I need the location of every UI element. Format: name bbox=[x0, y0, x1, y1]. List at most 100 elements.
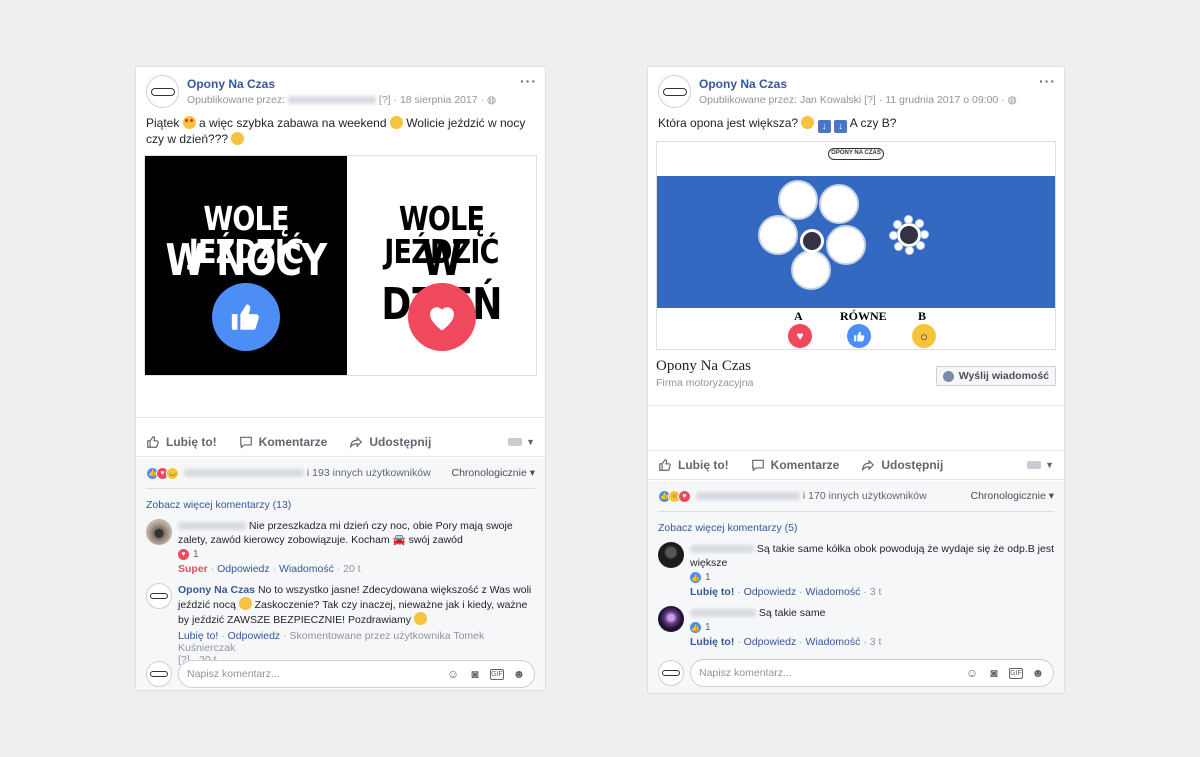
love-reaction-icon: ♥ bbox=[678, 489, 691, 503]
comments-section: 👍 ♥ ◡ i 193 innych użytkowników Chronolo… bbox=[136, 458, 545, 690]
globe-icon: ◍ bbox=[486, 94, 497, 106]
emoji-icon[interactable]: ☺ bbox=[965, 666, 979, 680]
post-date[interactable]: 18 sierpnia 2017 bbox=[400, 94, 478, 106]
commenter-avatar[interactable] bbox=[658, 542, 684, 568]
reaction-link[interactable]: Super bbox=[178, 563, 208, 575]
thumbs-up-icon bbox=[847, 324, 871, 348]
page-avatar[interactable] bbox=[146, 583, 172, 609]
brand-logo: OPONY NA CZAS bbox=[828, 148, 884, 160]
reactions-others[interactable]: i 170 innych użytkowników bbox=[803, 490, 927, 502]
thumbs-up-outline-icon bbox=[658, 458, 672, 472]
camera-icon[interactable]: ◙ bbox=[987, 666, 1001, 680]
reply-link[interactable]: Odpowiedz bbox=[228, 630, 281, 642]
reactions-summary[interactable]: 👍 ♥ ◡ i 193 innych użytkowników Chronolo… bbox=[146, 464, 535, 482]
globe-icon: ◍ bbox=[1007, 94, 1017, 106]
reaction-count: 1 bbox=[705, 572, 711, 583]
big-circle bbox=[758, 215, 798, 255]
like-button[interactable]: Lubię to! bbox=[658, 458, 729, 472]
comment-item: Nie przeszkadza mi dzień czy noc, obie P… bbox=[146, 519, 535, 575]
thinking-emoji-icon bbox=[801, 116, 815, 129]
small-circle bbox=[915, 219, 924, 228]
message-link[interactable]: Wiadomość bbox=[279, 563, 334, 575]
blurred-author[interactable] bbox=[690, 609, 756, 618]
commenter-avatar[interactable] bbox=[658, 606, 684, 632]
comment-time[interactable]: 3 t bbox=[870, 636, 882, 648]
comment-button[interactable]: Komentarze bbox=[751, 458, 840, 472]
comment-button[interactable]: Komentarze bbox=[239, 434, 328, 449]
help-link[interactable]: [?] bbox=[379, 94, 391, 106]
commenter-avatar[interactable] bbox=[146, 519, 172, 545]
page-avatar bbox=[146, 661, 172, 687]
blurred-author[interactable] bbox=[178, 522, 246, 531]
reply-link[interactable]: Odpowiedz bbox=[744, 586, 797, 598]
post-date[interactable]: 11 grudnia 2017 o 09:00 bbox=[885, 94, 998, 106]
like-link[interactable]: Lubię to! bbox=[178, 630, 218, 642]
page-name-link[interactable]: Opony Na Czas bbox=[187, 77, 496, 91]
comment-label: Komentarze bbox=[258, 434, 328, 449]
love-reaction-icon: ♥ bbox=[178, 549, 189, 560]
post-as-selector[interactable]: ▼ bbox=[508, 437, 535, 447]
share-label: Udostępnij bbox=[881, 458, 944, 472]
message-link[interactable]: Wiadomość bbox=[806, 636, 861, 648]
comment-author[interactable]: Opony Na Czas bbox=[178, 584, 255, 596]
camera-icon[interactable]: ◙ bbox=[468, 667, 482, 681]
more-options-icon[interactable]: ··· bbox=[520, 73, 537, 89]
comment-input[interactable]: Napisz komentarz... ☺ ◙ GIF ☻ bbox=[178, 660, 535, 688]
post-text: Piątek a więc szybka zabawa na weekend W… bbox=[136, 111, 545, 147]
gif-icon[interactable]: GIF bbox=[1009, 667, 1023, 679]
action-bar: Lubię to! Komentarze Udostępnij ▼ bbox=[648, 450, 1064, 480]
page-avatar[interactable] bbox=[146, 75, 179, 108]
reply-link[interactable]: Odpowiedz bbox=[217, 563, 270, 575]
sort-label: Chronologicznie bbox=[451, 467, 527, 479]
view-more-comments-link[interactable]: Zobacz więcej komentarzy (13) bbox=[146, 495, 535, 519]
comment-label: Komentarze bbox=[770, 458, 840, 472]
help-link[interactable]: [?] bbox=[864, 94, 876, 106]
like-button[interactable]: Lubię to! bbox=[146, 435, 217, 449]
post-header: Opony Na Czas Opublikowane przez: Jan Ko… bbox=[648, 67, 1064, 111]
emoji-icon[interactable]: ☺ bbox=[446, 667, 460, 681]
post-text-part: A czy B? bbox=[849, 116, 897, 130]
page-mini-avatar bbox=[508, 437, 523, 446]
sticker-icon[interactable]: ☻ bbox=[512, 667, 526, 681]
post-text-part: a więc szybka zabawa na weekend bbox=[199, 116, 387, 130]
comment-text: Są takie same bbox=[690, 606, 881, 620]
reactions-summary[interactable]: 👍 ○ ♥ i 170 innych użytkowników Chronolo… bbox=[658, 487, 1054, 505]
post-text: Która opona jest większa? ↓ ↓ A czy B? bbox=[648, 111, 1064, 133]
comment-time[interactable]: 20 t bbox=[343, 563, 361, 575]
chevron-down-icon: ▾ bbox=[1048, 490, 1054, 502]
post-image[interactable]: OPONY NA CZAS A RÓWNE B ♥ ○ bbox=[656, 141, 1056, 350]
page-avatar[interactable] bbox=[658, 75, 691, 108]
thumbs-up-icon bbox=[212, 283, 280, 351]
blurred-author[interactable] bbox=[690, 545, 754, 554]
reply-link[interactable]: Odpowiedz bbox=[744, 636, 797, 648]
view-more-comments-link[interactable]: Zobacz więcej komentarzy (5) bbox=[658, 518, 1054, 542]
share-button[interactable]: Udostępnij bbox=[861, 458, 943, 472]
comment-reaction-count[interactable]: 👍 1 bbox=[690, 622, 881, 633]
comment-text: Opony Na Czas No to wszystko jasne! Zdec… bbox=[178, 583, 535, 627]
more-options-icon[interactable]: ··· bbox=[1039, 73, 1056, 89]
share-button[interactable]: Udostępnij bbox=[349, 435, 431, 449]
send-message-button[interactable]: Wyślij wiadomość bbox=[935, 366, 1056, 386]
sticker-icon[interactable]: ☻ bbox=[1031, 666, 1045, 680]
message-link[interactable]: Wiadomość bbox=[806, 586, 861, 598]
comment-reaction-count[interactable]: ♥ 1 bbox=[178, 549, 535, 560]
gif-icon[interactable]: GIF bbox=[490, 668, 504, 680]
comment-reaction-count[interactable]: 👍 1 bbox=[690, 572, 1054, 583]
label-b: B bbox=[918, 309, 927, 323]
comment-input[interactable]: Napisz komentarz... ☺ ◙ GIF ☻ bbox=[690, 659, 1054, 687]
sort-dropdown[interactable]: Chronologicznie ▾ bbox=[452, 467, 536, 479]
page-name-link[interactable]: Opony Na Czas bbox=[699, 77, 1017, 91]
image-text-night-2: W NOCY bbox=[165, 235, 328, 286]
logo-icon bbox=[662, 670, 680, 676]
thumbs-up-outline-icon bbox=[146, 435, 160, 449]
comment-time[interactable]: 3 t bbox=[870, 586, 882, 598]
like-link[interactable]: Lubię to! bbox=[690, 636, 734, 648]
send-message-label: Wyślij wiadomość bbox=[958, 370, 1049, 382]
down-arrow-icon: ↓ bbox=[817, 120, 831, 133]
post-image[interactable]: WOLĘ JEŹDZIĆ W NOCY WOLĘ JEŹDZIĆ W DZIEŃ bbox=[144, 155, 537, 376]
post-as-selector[interactable]: ▼ bbox=[1027, 460, 1054, 470]
sort-dropdown[interactable]: Chronologicznie ▾ bbox=[971, 490, 1055, 502]
reactions-others[interactable]: i 193 innych użytkowników bbox=[307, 467, 431, 479]
like-link[interactable]: Lubię to! bbox=[690, 586, 734, 598]
spacer bbox=[136, 376, 545, 418]
